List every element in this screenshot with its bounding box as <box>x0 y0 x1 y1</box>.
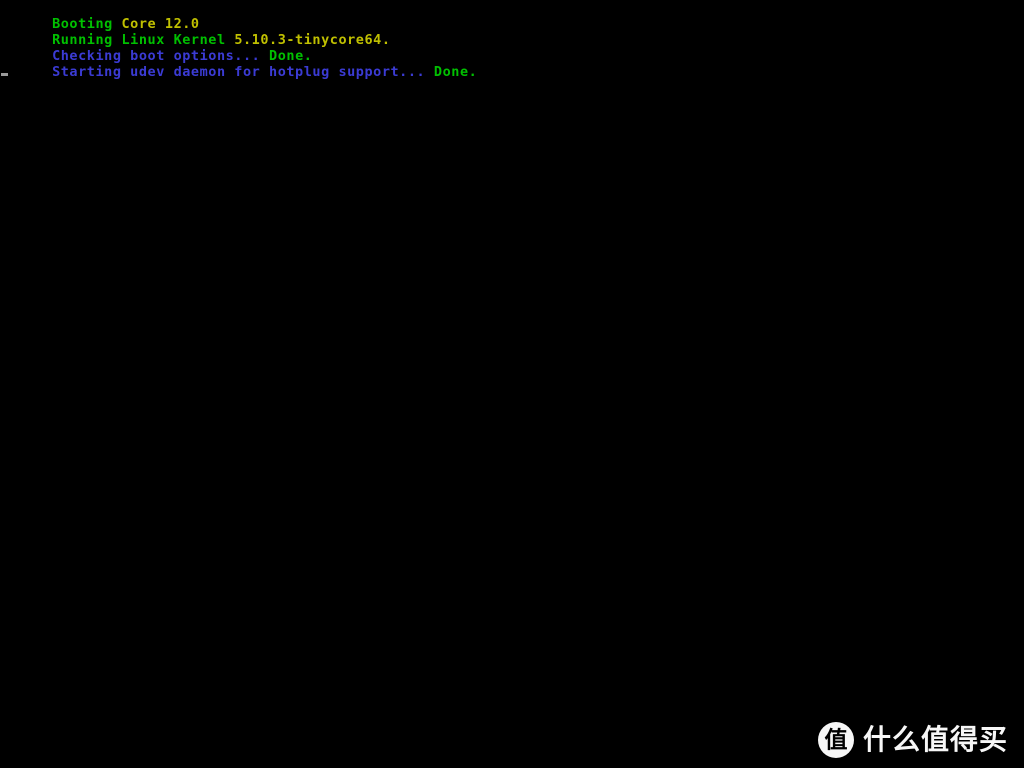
text-cursor <box>1 73 8 76</box>
console-segment: Core 12.0 <box>121 16 200 32</box>
smzdm-badge-char: 值 <box>824 727 848 753</box>
smzdm-badge-icon: 值 <box>817 722 854 758</box>
console-segment: Checking boot options... <box>52 48 270 64</box>
smzdm-watermark-text: 什么值得买 <box>862 723 1008 756</box>
console-output: Booting Core 12.0 Running Linux Kernel 5… <box>0 0 1024 80</box>
console-segment: Running Linux Kernel <box>52 32 235 48</box>
console-segment: 5.10.3-tinycore64. <box>234 32 391 48</box>
console-segment: Done. <box>269 48 313 64</box>
smzdm-watermark: 值 什么值得买 <box>817 722 1008 758</box>
boot-console-screen: Booting Core 12.0 Running Linux Kernel 5… <box>0 0 1024 768</box>
console-line: Booting Core 12.0 <box>0 0 1024 32</box>
console-cursor-line <box>0 64 1024 80</box>
console-segment: Booting <box>52 16 122 32</box>
